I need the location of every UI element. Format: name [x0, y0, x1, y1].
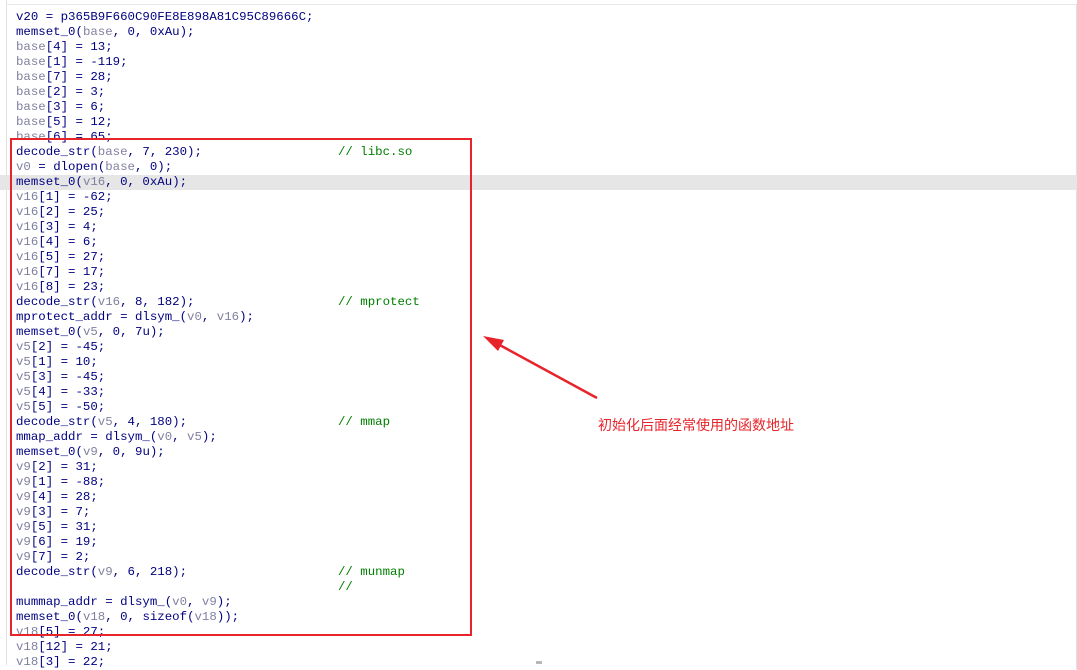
- annotation-label: 初始化后面经常使用的函数地址: [598, 418, 794, 434]
- horizontal-scrollbar-thumb[interactable]: [536, 661, 542, 664]
- annotation-arrow-icon: [483, 336, 598, 400]
